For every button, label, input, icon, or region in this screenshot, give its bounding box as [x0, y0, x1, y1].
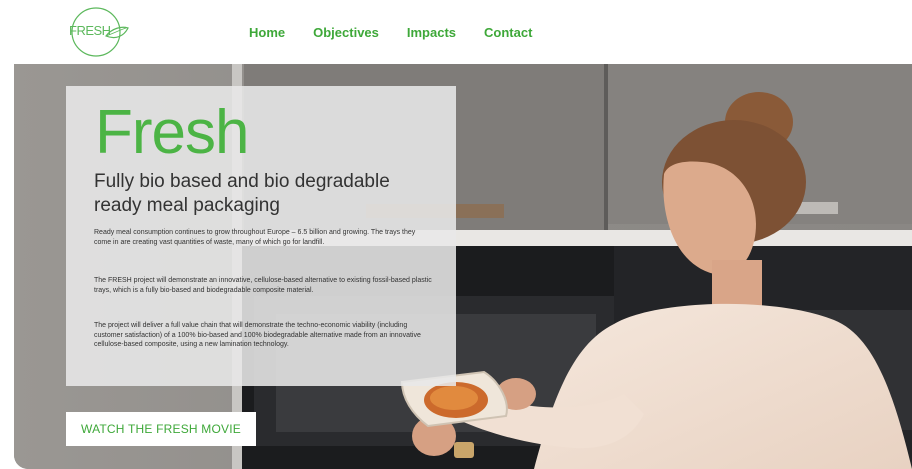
intro-paragraph: Ready meal consumption continues to grow…: [94, 229, 416, 246]
hero-section: Fresh Fully bio based and bio degradable…: [14, 64, 912, 469]
intro-paragraph: The FRESH project will demonstrate an in…: [94, 277, 432, 294]
nav-contact[interactable]: Contact: [484, 25, 532, 40]
nav-impacts[interactable]: Impacts: [407, 25, 456, 40]
hero-title: Fresh: [95, 98, 249, 167]
watch-movie-button[interactable]: WATCH THE FRESH MOVIE: [66, 412, 256, 446]
nav-objectives[interactable]: Objectives: [313, 25, 379, 40]
nav-home[interactable]: Home: [249, 25, 285, 40]
fresh-logo[interactable]: FRESH: [66, 6, 130, 58]
hero-subtitle: Fully bio based and bio degradable ready…: [94, 171, 390, 216]
main-nav: Home Objectives Impacts Contact: [249, 25, 532, 40]
logo-text: FRESH: [69, 23, 111, 38]
intro-paragraph: The project will deliver a full value ch…: [94, 322, 421, 348]
site-header: FRESH Home Objectives Impacts Contact: [0, 0, 912, 64]
